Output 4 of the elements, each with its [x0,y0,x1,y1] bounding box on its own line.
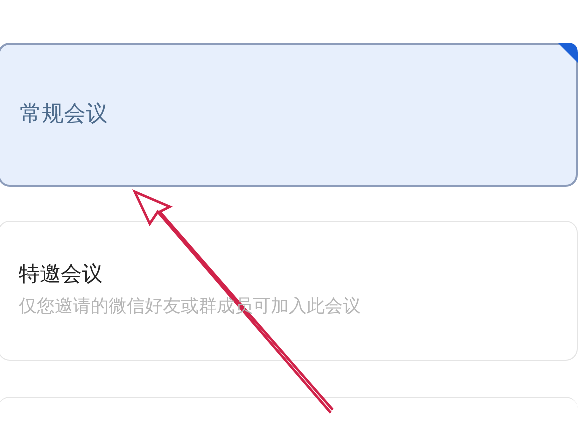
option-title: 常规会议 [20,102,108,128]
meeting-option-card[interactable]: 常规会议 [0,43,578,187]
selected-corner-mark [558,43,578,63]
option-title: 特邀会议 [19,262,103,288]
